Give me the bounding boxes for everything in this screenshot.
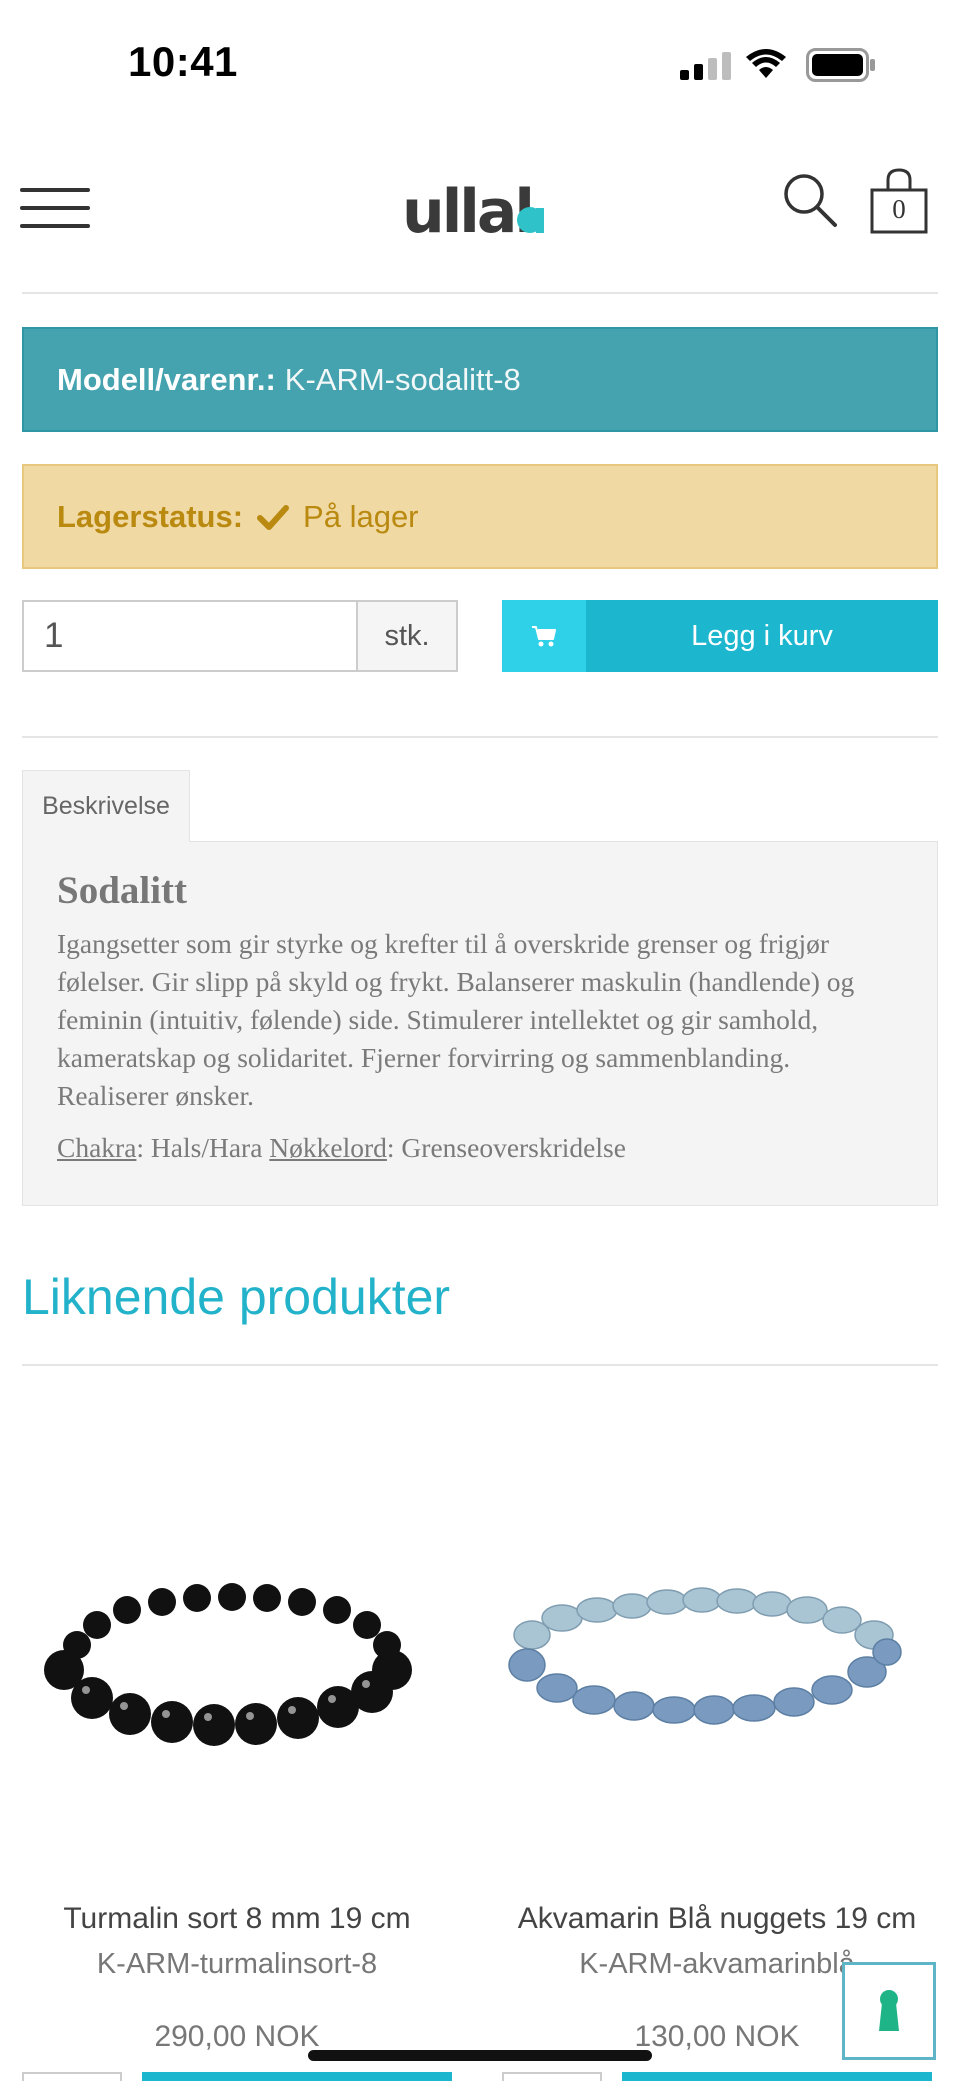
cellular-signal-icon: [680, 52, 731, 80]
add-to-cart-button[interactable]: Legg i kurv: [502, 600, 938, 672]
divider: [22, 292, 938, 294]
product-card[interactable]: Turmalin sort 8 mm 19 cm K-ARM-turmalins…: [22, 1400, 452, 2081]
battery-icon: [806, 48, 875, 82]
site-header: ullal 0: [0, 130, 960, 274]
related-products-title: Liknende produkter: [22, 1269, 451, 1325]
model-label: Modell/varenr.:: [57, 361, 276, 397]
cart-icon: [532, 626, 556, 647]
product-name[interactable]: Akvamarin Blå nuggets 19 cm: [492, 1902, 942, 1936]
add-to-cart-label: Legg i kurv: [586, 600, 938, 672]
stock-value: På lager: [303, 498, 419, 534]
description-meta: Chakra: Hals/Hara Nøkkelord: Grenseovers…: [57, 1129, 903, 1167]
shopping-bag-button[interactable]: 0: [868, 168, 930, 234]
model-number-box: Modell/varenr.: K-ARM-sodalitt-8: [22, 327, 938, 432]
blue-nugget-bracelet-image[interactable]: [502, 1460, 932, 1820]
home-indicator: [308, 2050, 652, 2061]
tab-description[interactable]: Beskrivelse: [22, 770, 190, 842]
quantity-unit: stk.: [356, 600, 458, 672]
product-add-to-cart-button[interactable]: [622, 2072, 932, 2081]
check-icon: [257, 504, 290, 530]
logo[interactable]: ullal: [400, 160, 560, 250]
divider: [22, 736, 938, 738]
product-sku: K-ARM-turmalinsort-8: [96, 1948, 378, 1980]
description-panel: Sodalitt Igangsetter som gir styrke og k…: [22, 841, 938, 1206]
privacy-lock-button[interactable]: [842, 1962, 936, 2060]
status-time: 10:41: [128, 38, 238, 85]
chakra-link[interactable]: Chakra: [57, 1132, 136, 1163]
keyword-link[interactable]: Nøkkelord: [269, 1132, 387, 1163]
chakra-value: : Hals/Hara: [136, 1132, 270, 1163]
keyword-value: : Grenseoverskridelse: [386, 1132, 626, 1163]
description-title: Sodalitt: [57, 869, 188, 912]
model-value: K-ARM-sodalitt-8: [284, 361, 521, 397]
cart-count: 0: [892, 194, 906, 224]
keyhole-icon: [879, 1990, 899, 2031]
search-icon[interactable]: [782, 172, 838, 228]
divider: [22, 1364, 938, 1366]
black-bead-bracelet-image[interactable]: [22, 1460, 452, 1820]
product-add-to-cart-button[interactable]: [142, 2072, 452, 2081]
status-bar: 10:41: [0, 0, 960, 130]
product-quantity-input[interactable]: [502, 2072, 602, 2081]
wifi-icon: [746, 49, 786, 78]
product-price: 290,00 NOK: [154, 2020, 320, 2053]
stock-status-box: Lagerstatus: På lager: [22, 464, 938, 569]
product-name[interactable]: Turmalin sort 8 mm 19 cm: [12, 1902, 462, 1936]
description-body: Igangsetter som gir styrke og krefter ti…: [57, 928, 855, 1111]
stock-label: Lagerstatus:: [57, 498, 244, 534]
quantity-input[interactable]: [22, 600, 357, 672]
menu-icon[interactable]: [20, 188, 90, 228]
svg-text:ullal: ullal: [402, 177, 532, 247]
product-quantity-input[interactable]: [22, 2072, 122, 2081]
cart-icon-wrap: [502, 600, 586, 672]
